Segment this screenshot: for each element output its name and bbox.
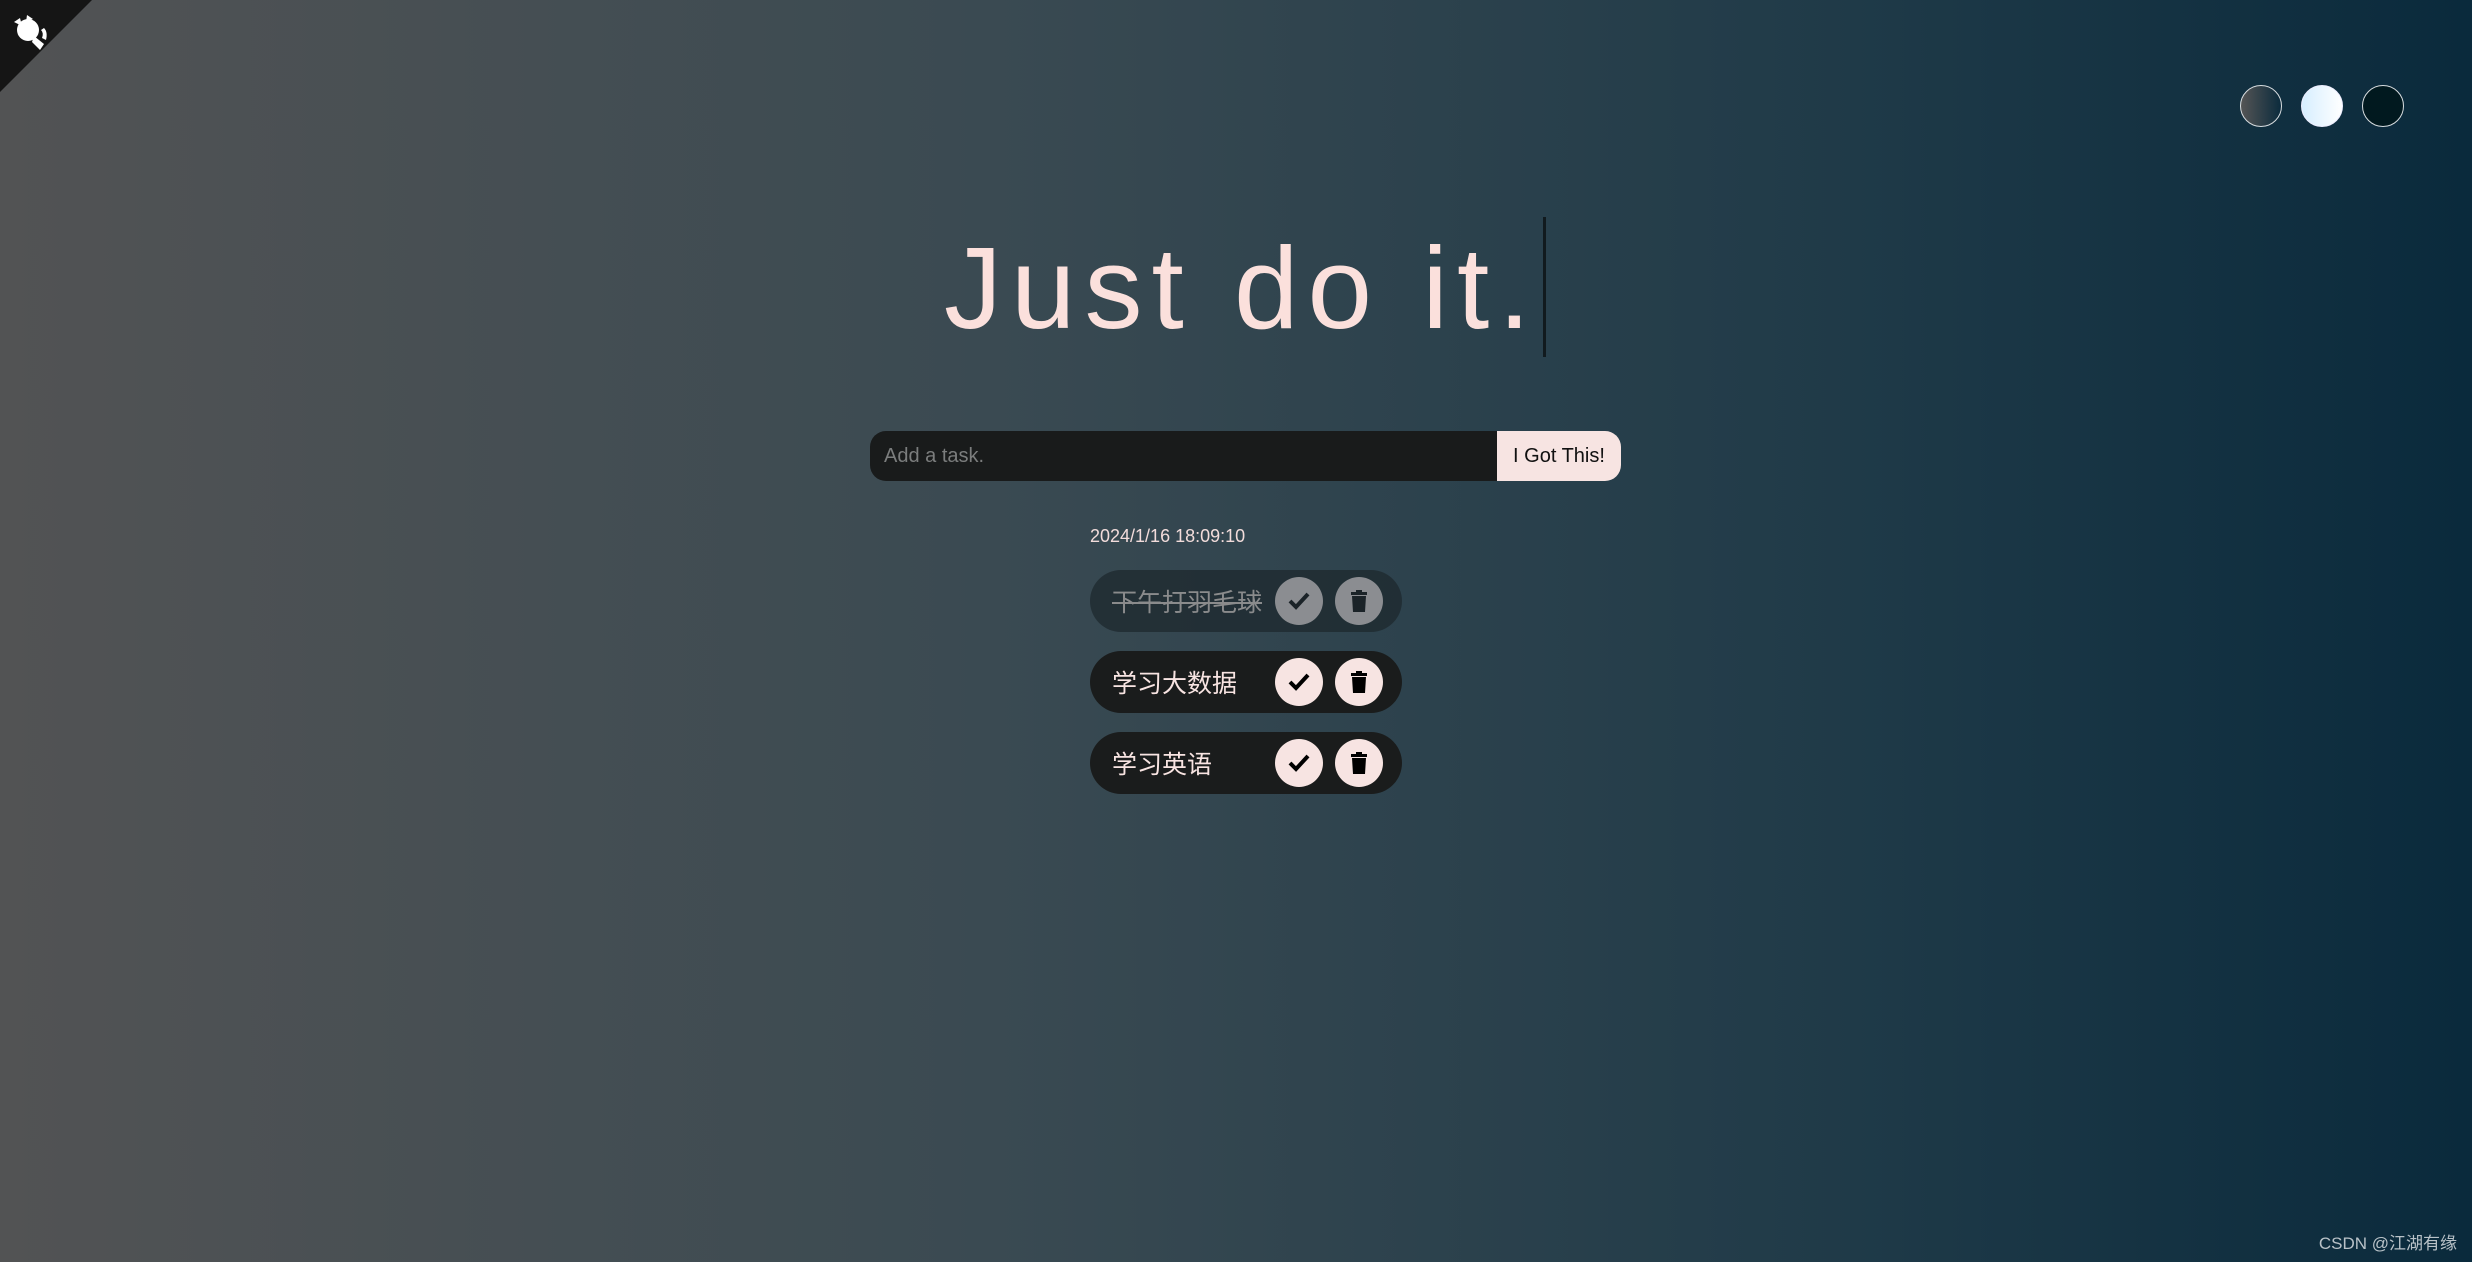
todo-text: 学习大数据	[1112, 670, 1238, 698]
delete-button[interactable]	[1335, 658, 1383, 706]
check-button[interactable]	[1275, 658, 1323, 706]
add-task-form: I Got This!	[870, 431, 1621, 481]
typing-cursor	[1543, 217, 1546, 357]
check-button[interactable]	[1275, 577, 1323, 625]
todo-list: 下午打羽毛球 学习大数据 学习英语	[1090, 570, 1402, 813]
todo-item: 学习大数据	[1090, 651, 1402, 713]
watermark: CSDN @江湖有缘	[2318, 1234, 2457, 1253]
todo-text: 学习英语	[1112, 751, 1213, 779]
check-icon	[1288, 754, 1310, 772]
trash-icon	[1351, 671, 1367, 693]
add-task-button[interactable]: I Got This!	[1497, 431, 1621, 481]
trash-icon	[1351, 590, 1367, 612]
delete-button[interactable]	[1335, 739, 1383, 787]
delete-button[interactable]	[1335, 577, 1383, 625]
todo-item: 学习英语	[1090, 732, 1402, 794]
datetime: 2024/1/16 18:09:10	[1090, 526, 1246, 546]
todo-text: 下午打羽毛球	[1112, 589, 1263, 617]
theme-standard-button[interactable]	[2240, 85, 2282, 127]
check-icon	[1288, 673, 1310, 691]
task-input[interactable]	[870, 431, 1497, 481]
github-corner-link[interactable]	[0, 0, 92, 92]
todo-item: 下午打羽毛球	[1090, 570, 1402, 632]
trash-icon	[1351, 752, 1367, 774]
page-title: Just do it.	[944, 223, 1540, 353]
check-icon	[1288, 592, 1310, 610]
theme-light-button[interactable]	[2301, 85, 2343, 127]
check-button[interactable]	[1275, 739, 1323, 787]
theme-selector	[2240, 85, 2404, 127]
github-icon	[0, 0, 92, 92]
theme-darker-button[interactable]	[2362, 85, 2404, 127]
